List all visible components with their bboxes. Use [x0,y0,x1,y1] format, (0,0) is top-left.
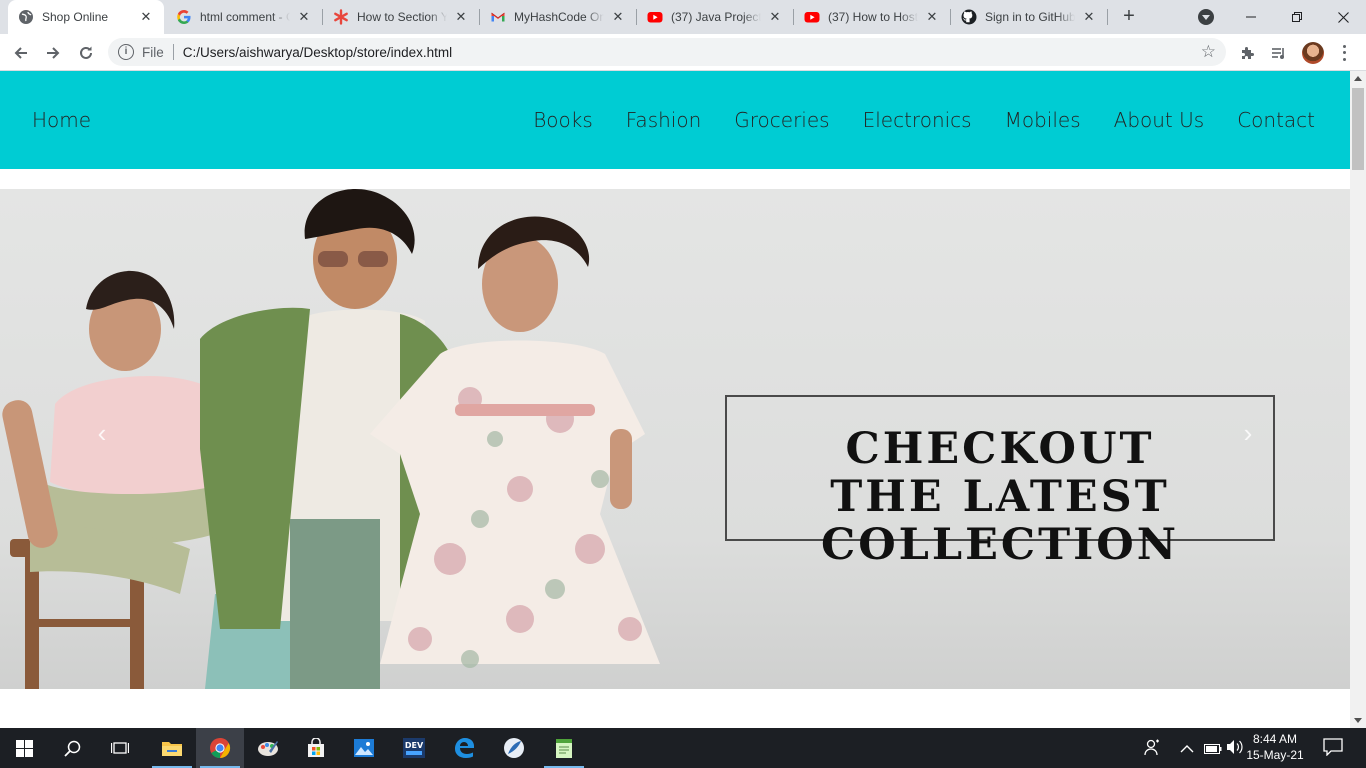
tab-github-signin[interactable]: Sign in to GitHub ✕ [951,0,1107,34]
youtube-icon [804,9,820,25]
browser-menu-icon[interactable] [1336,43,1352,63]
url-text[interactable]: C:/Users/aishwarya/Desktop/store/index.h… [183,45,452,60]
browser-toolbar: i File C:/Users/aishwarya/Desktop/store/… [0,34,1366,71]
reload-button[interactable] [73,40,99,66]
carousel-prev-chevron-icon[interactable]: ‹ [90,420,114,446]
tab-java-project[interactable]: (37) Java Project T ✕ [637,0,793,34]
start-button[interactable] [0,728,48,768]
close-tab-icon[interactable]: ✕ [767,9,783,25]
address-bar[interactable]: i File C:/Users/aishwarya/Desktop/store/… [108,38,1226,66]
globe-icon [18,9,34,25]
tab-myhashcode[interactable]: MyHashCode Onl ✕ [480,0,636,34]
close-tab-icon[interactable]: ✕ [1081,9,1097,25]
search-icon[interactable] [48,728,96,768]
edge-icon[interactable] [440,728,488,768]
battery-icon[interactable] [1204,742,1222,757]
windows-taskbar: DEV 8:44 AM 15-May-21 [0,728,1366,768]
nav-link-about-us[interactable]: About Us [1114,108,1205,132]
info-icon[interactable]: i [118,44,134,60]
scrollbar-thumb[interactable] [1352,88,1364,170]
chevron-up-icon[interactable] [1180,742,1194,757]
restore-button[interactable] [1274,0,1320,34]
feather-app-icon[interactable] [490,728,538,768]
tab-title: Shop Online [42,10,109,24]
nav-link-groceries[interactable]: Groceries [734,108,829,132]
close-tab-icon[interactable]: ✕ [296,9,312,25]
close-tab-icon[interactable]: ✕ [924,9,940,25]
volume-icon[interactable] [1226,739,1244,758]
paint-app-icon[interactable] [244,728,292,768]
hero-carousel: CHECKOUT THE LATEST COLLECTION ‹ › [0,189,1350,689]
clock-time: 8:44 AM [1252,732,1298,746]
svg-text:DEV: DEV [405,741,424,750]
github-icon [961,9,977,25]
photos-icon[interactable] [340,728,388,768]
promo-headline: CHECKOUT THE LATEST COLLECTION [740,425,1260,569]
tab-how-to-section[interactable]: How to Section Yo ✕ [323,0,479,34]
nav-link-books[interactable]: Books [533,108,593,132]
minimize-button[interactable] [1228,0,1274,34]
nav-links: Books Fashion Groceries Electronics Mobi… [500,108,1315,132]
promo-line: CHECKOUT [845,424,1155,474]
nav-home-link[interactable]: Home [32,108,91,132]
nav-link-contact[interactable]: Contact [1237,108,1315,132]
file-explorer-icon[interactable] [148,728,196,768]
tab-html-comment[interactable]: html comment - G ✕ [166,0,322,34]
dev-app-icon[interactable]: DEV [390,728,438,768]
tab-title: How to Section Yo [357,10,447,24]
tab-separator [1107,9,1108,25]
task-view-icon[interactable] [96,728,144,768]
bookmark-star-icon[interactable]: ☆ [1201,43,1216,61]
store-bag-icon[interactable] [292,728,340,768]
tab-title: html comment - G [200,10,290,24]
promo-line: THE LATEST [830,472,1170,522]
extensions-puzzle-icon[interactable] [1238,43,1258,63]
clock-date: 15-May-21 [1246,748,1304,762]
scroll-up-arrow-icon[interactable] [1354,76,1362,81]
tab-shop-online[interactable]: Shop Online ✕ [8,0,164,34]
chrome-icon[interactable] [196,728,244,768]
nav-link-mobiles[interactable]: Mobiles [1005,108,1081,132]
tab-search-icon[interactable] [1198,9,1214,25]
nav-link-electronics[interactable]: Electronics [863,108,972,132]
arrow-right-icon [47,47,60,59]
forward-button[interactable] [40,40,66,66]
nav-link-fashion[interactable]: Fashion [626,108,702,132]
page-viewport: Home Books Fashion Groceries Electronics… [0,71,1350,728]
back-button[interactable] [8,40,34,66]
close-window-button[interactable] [1320,0,1366,34]
tab-title: MyHashCode Onl [514,10,604,24]
site-navbar: Home Books Fashion Groceries Electronics… [0,71,1350,169]
address-separator [172,44,174,60]
asterisk-icon [333,9,349,25]
tab-title: Sign in to GitHub [985,10,1075,24]
arrow-left-icon [14,47,27,59]
close-tab-icon[interactable]: ✕ [610,9,626,25]
scroll-down-arrow-icon[interactable] [1354,718,1362,723]
scheme-label: File [142,44,164,60]
tab-how-to-host[interactable]: (37) How to Host ✕ [794,0,950,34]
notification-icon[interactable] [1323,738,1343,759]
youtube-icon [647,9,663,25]
browser-tab-strip: Shop Online ✕ html comment - G ✕ How to … [0,0,1366,34]
close-tab-icon[interactable]: ✕ [138,9,154,25]
tab-title: (37) How to Host [828,10,918,24]
carousel-next-chevron-icon[interactable]: › [1236,420,1260,446]
google-icon [176,9,192,25]
promo-line: COLLECTION [820,520,1180,570]
page-scrollbar[interactable] [1350,71,1366,728]
gmail-icon [490,9,506,25]
tab-title: (37) Java Project T [671,10,761,24]
new-tab-button[interactable]: + [1118,5,1140,27]
windows-logo-icon [15,739,33,757]
profile-avatar[interactable] [1302,42,1324,64]
system-clock[interactable]: 8:44 AM 15-May-21 [1246,731,1304,763]
people-icon[interactable] [1144,738,1162,759]
reload-icon [80,46,92,59]
media-queue-icon[interactable] [1269,43,1289,63]
close-tab-icon[interactable]: ✕ [453,9,469,25]
notepad-icon[interactable] [540,728,588,768]
